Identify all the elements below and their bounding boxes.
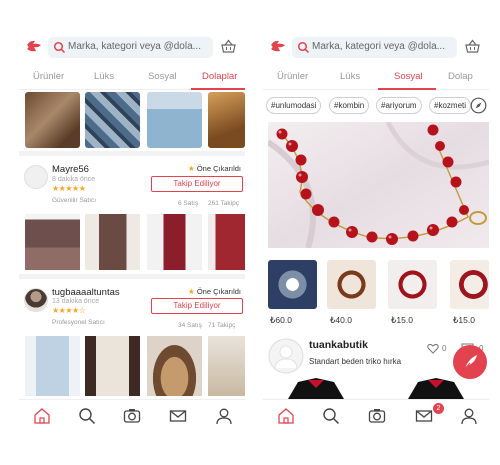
- seller-name[interactable]: Mayre56: [52, 164, 89, 175]
- mail-icon[interactable]: [415, 407, 433, 425]
- hashtag-chip[interactable]: #kozmeti: [429, 97, 472, 114]
- product-image-misc[interactable]: [208, 336, 245, 396]
- follow-button[interactable]: Takip Ediliyor: [151, 176, 243, 192]
- product-image-bag-tan[interactable]: [208, 92, 245, 148]
- product-image-dress-red[interactable]: [147, 214, 202, 270]
- product-price: ₺40.0: [330, 315, 352, 325]
- tab-products[interactable]: Ürünler: [33, 71, 64, 82]
- star-icon: ★: [188, 164, 195, 173]
- like-count: 0: [442, 344, 447, 353]
- section-divider: [19, 151, 245, 156]
- shop-description: Standart beden triko hırka: [309, 357, 402, 366]
- seller-time: 8 dakika önce: [52, 176, 96, 183]
- seller-sales: 6 Satış: [178, 200, 199, 207]
- product-image-bracelet-red[interactable]: [388, 260, 437, 309]
- search-input[interactable]: Marka, kategori veya @dola...: [292, 37, 457, 58]
- post-main-image[interactable]: [268, 122, 489, 248]
- product-image-dress-burgundy[interactable]: [208, 214, 245, 270]
- product-image-bag-brown[interactable]: [25, 92, 80, 148]
- active-tab-indicator: [378, 88, 436, 90]
- bottom-nav: 2: [263, 399, 489, 431]
- tab-luxury[interactable]: Lüks: [94, 71, 114, 82]
- screen-social: Marka, kategori veya @dola... Ürünler Lü…: [263, 33, 489, 431]
- home-icon[interactable]: [33, 407, 51, 425]
- product-image-blouse[interactable]: [25, 336, 80, 396]
- follow-button[interactable]: Takip Ediliyor: [151, 298, 243, 314]
- seller-type: Güvenilir Satıcı: [52, 197, 97, 204]
- search-input[interactable]: Marka, kategori veya @dola...: [48, 37, 213, 58]
- user-placeholder-icon[interactable]: [268, 338, 304, 374]
- tab-luxury[interactable]: Lüks: [340, 71, 360, 82]
- search-placeholder: Marka, kategori veya @dola...: [312, 41, 445, 52]
- camera-icon[interactable]: [368, 407, 386, 425]
- product-price: ₺15.0: [391, 315, 413, 325]
- product-price: ₺15.0: [453, 315, 475, 325]
- post-image-partial[interactable]: [268, 378, 489, 399]
- seller-time: 13 dakika önce: [52, 298, 100, 305]
- seller-rating: ★★★★☆: [52, 306, 86, 315]
- seller-avatar[interactable]: [24, 288, 48, 312]
- logo-icon[interactable]: [25, 39, 43, 55]
- featured-label: Öne Çıkarıldı: [196, 164, 242, 173]
- mail-icon[interactable]: [169, 407, 187, 425]
- search-icon[interactable]: [322, 407, 340, 425]
- product-image-dress-brown[interactable]: [85, 214, 140, 270]
- star-icon: ★: [188, 287, 195, 296]
- basket-icon[interactable]: [220, 38, 237, 55]
- top-bar: Marka, kategori veya @dola...: [19, 33, 245, 61]
- bottom-nav: [19, 399, 245, 431]
- feather-icon: [463, 355, 477, 371]
- tab-bar: Ürünler Lüks Sosyal Dolaplar: [19, 66, 245, 90]
- seller-followers: 261 Takipç: [208, 200, 239, 207]
- profile-icon[interactable]: [215, 407, 233, 425]
- tab-social[interactable]: Sosyal: [148, 71, 177, 82]
- hashtag-chip[interactable]: #kombin: [329, 97, 370, 114]
- product-price: ₺60.0: [270, 315, 292, 325]
- featured-label: Öne Çıkarıldı: [196, 287, 242, 296]
- featured-badge: ★ Öne Çıkarıldı: [188, 164, 241, 173]
- product-image-shoes[interactable]: [147, 336, 202, 396]
- basket-icon[interactable]: [464, 38, 481, 55]
- hashtag-chip[interactable]: #unlumodasi: [266, 97, 322, 114]
- product-image-bracelet-red-2[interactable]: [450, 260, 489, 309]
- compass-icon[interactable]: [470, 97, 487, 114]
- tab-closets[interactable]: Dolap: [448, 71, 473, 82]
- top-bar: Marka, kategori veya @dola...: [263, 33, 489, 61]
- tab-closets[interactable]: Dolaplar: [202, 71, 237, 82]
- seller-sales: 34 Satış: [178, 322, 202, 329]
- logo-icon[interactable]: [269, 39, 287, 55]
- product-image-bag-blue[interactable]: [85, 92, 140, 148]
- seller-type: Profesyonel Satıcı: [52, 319, 105, 326]
- profile-icon[interactable]: [460, 407, 478, 425]
- active-tab-indicator: [191, 88, 245, 90]
- heart-icon[interactable]: [427, 343, 439, 354]
- seller-avatar[interactable]: [24, 165, 48, 189]
- product-image-dress-patterned[interactable]: [25, 214, 80, 270]
- screen-closets: Marka, kategori veya @dola... Ürünler Lü…: [19, 33, 245, 431]
- product-image-wallet[interactable]: [147, 92, 202, 148]
- search-placeholder: Marka, kategori veya @dola...: [68, 41, 201, 52]
- shop-name[interactable]: tuankabutik: [309, 339, 368, 351]
- create-post-button[interactable]: [453, 345, 487, 379]
- product-image-bracelet-brown[interactable]: [327, 260, 376, 309]
- product-image-bracelet-blue[interactable]: [268, 260, 317, 309]
- message-badge: 2: [433, 403, 444, 414]
- tab-products[interactable]: Ürünler: [277, 71, 308, 82]
- featured-badge: ★ Öne Çıkarıldı: [188, 287, 241, 296]
- section-divider: [19, 274, 245, 279]
- search-icon[interactable]: [78, 407, 96, 425]
- product-image-dress-cream[interactable]: [85, 336, 140, 396]
- camera-icon[interactable]: [123, 407, 141, 425]
- search-icon: [53, 41, 66, 54]
- seller-followers: 71 Takipç: [208, 322, 236, 329]
- search-icon: [297, 41, 310, 54]
- tab-social[interactable]: Sosyal: [394, 71, 423, 82]
- home-icon[interactable]: [277, 407, 295, 425]
- tab-bar: Ürünler Lüks Sosyal Dolap: [263, 66, 489, 90]
- seller-name[interactable]: tugbaaaaltuntas: [52, 287, 120, 298]
- seller-rating: ★★★★★: [52, 184, 86, 193]
- hashtag-chip[interactable]: #ariyorum: [376, 97, 422, 114]
